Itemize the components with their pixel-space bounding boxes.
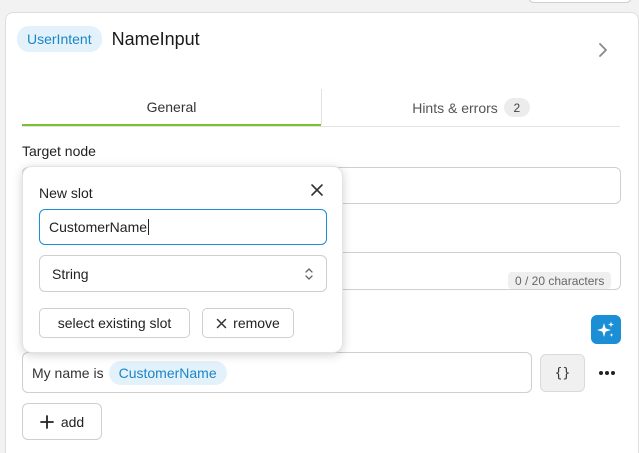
char-count: 0 / 20 characters — [508, 272, 612, 289]
intent-name: NameInput — [111, 28, 200, 49]
text-caret — [148, 219, 150, 235]
tab-general-label: General — [146, 98, 197, 115]
slot-type-value: String — [52, 265, 89, 282]
close-icon — [216, 318, 227, 328]
slot-type-select[interactable]: String — [39, 255, 327, 292]
utterance-text: My name is — [32, 364, 104, 381]
chevron-right-icon[interactable] — [596, 40, 610, 60]
select-existing-label: select existing slot — [57, 315, 172, 331]
select-arrows-icon — [305, 268, 313, 280]
plus-icon — [39, 414, 54, 429]
utterance-input[interactable]: My name is CustomerName — [22, 352, 532, 393]
slot-name-input[interactable]: CustomerName — [39, 209, 327, 245]
add-button[interactable]: add — [22, 403, 102, 440]
top-toolbar-button[interactable] — [528, 0, 632, 3]
insert-variable-button[interactable]: {} — [540, 354, 585, 392]
target-node-label: Target node — [22, 143, 96, 159]
tab-hints-errors[interactable]: Hints & errors 2 — [322, 89, 620, 126]
tab-bar: General Hints & errors 2 — [22, 89, 620, 127]
new-slot-popover: New slot CustomerName String select exis… — [22, 166, 343, 353]
sparkle-icon — [597, 321, 614, 337]
intent-header: UserIntent NameInput — [17, 24, 200, 54]
tab-hints-label: Hints & errors — [412, 99, 498, 116]
intent-type-badge: UserIntent — [17, 26, 102, 52]
remove-label: remove — [233, 315, 280, 331]
remove-button[interactable]: remove — [202, 308, 294, 338]
slot-chip[interactable]: CustomerName — [108, 360, 227, 385]
slot-name-value: CustomerName — [49, 219, 148, 235]
select-existing-slot-button[interactable]: select existing slot — [39, 308, 190, 338]
hints-count-badge: 2 — [503, 98, 530, 117]
ai-generate-button[interactable] — [591, 315, 621, 344]
popover-title: New slot — [39, 185, 93, 201]
tab-general[interactable]: General — [22, 89, 321, 126]
close-icon[interactable] — [309, 182, 325, 198]
add-button-label: add — [60, 413, 85, 430]
more-options-icon[interactable] — [596, 363, 618, 383]
